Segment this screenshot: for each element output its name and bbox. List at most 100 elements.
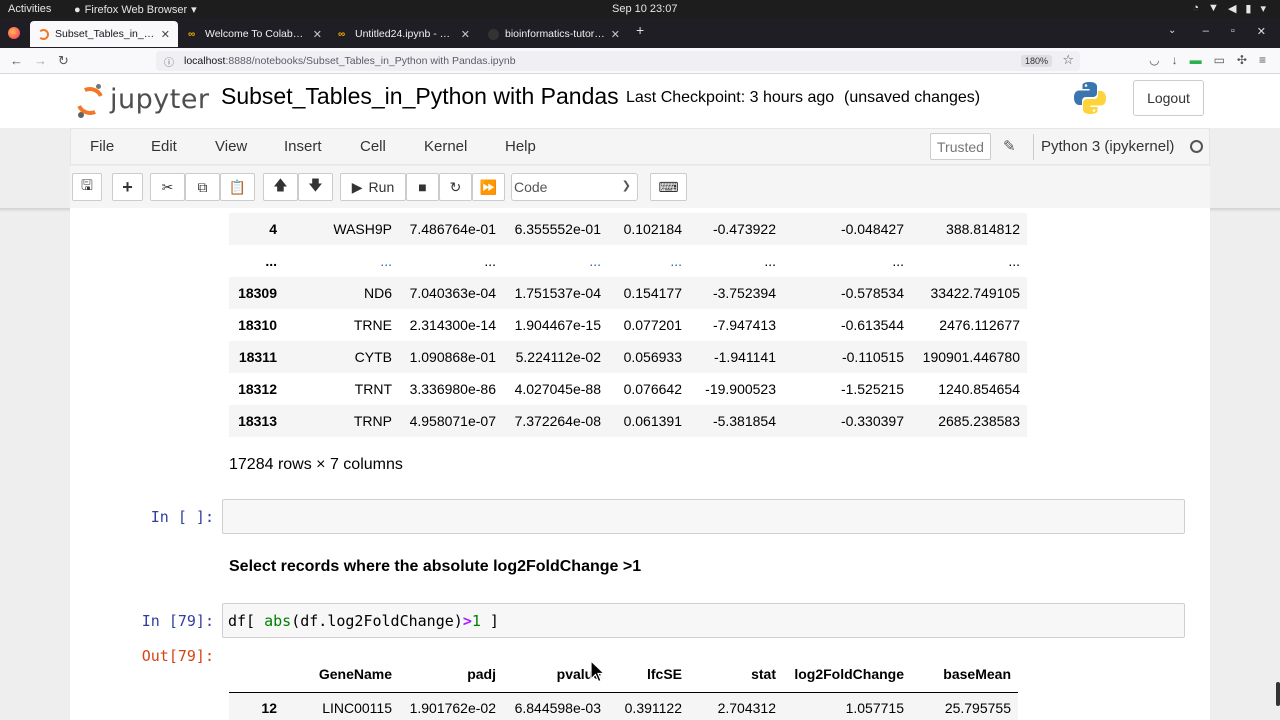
firefox-view-icon[interactable]	[8, 27, 20, 39]
cell-prompt: In [ ]:	[150, 508, 214, 526]
move-up-button[interactable]: 🡅	[263, 173, 298, 201]
tab-bioinformatics[interactable]: bioinformatics-tutorials/ ✕	[480, 21, 628, 47]
restart-button[interactable]: ↻	[439, 173, 472, 201]
extension-icon[interactable]: ▬	[1190, 53, 1202, 67]
window-controls: – ▫ ✕	[1203, 25, 1266, 38]
table-cell-gene: LINC00115	[284, 692, 399, 720]
forward-icon[interactable]: →	[34, 53, 47, 68]
notebook-menu-bar: File Edit View Insert Cell Kernel Help T…	[70, 128, 1210, 165]
keyboard-icon: ⌨	[658, 178, 679, 195]
save-button[interactable]: 🖫	[72, 173, 102, 201]
menu-file[interactable]: File	[90, 138, 114, 155]
move-down-button[interactable]: 🡇	[298, 173, 333, 201]
tab-label: Subset_Tables_in_Pytho	[55, 28, 155, 40]
paste-button[interactable]: 📋	[220, 173, 255, 201]
restart-run-all-button[interactable]: ⏩	[472, 173, 505, 201]
restore-icon[interactable]: ▫	[1231, 25, 1235, 38]
save-icon: 🖫	[81, 177, 93, 193]
cell-type-select[interactable]: Code ❯	[511, 173, 638, 201]
table-cell-baseMean: 2685.238583	[911, 405, 1027, 437]
cell-prompt: Out[79]:	[141, 647, 214, 665]
url-bar[interactable]: ⓘ localhost:8888/notebooks/Subset_Tables…	[156, 51, 1080, 71]
system-tray[interactable]: ◔ ▼ ◀ ▮ ▾	[1192, 2, 1266, 15]
close-icon[interactable]: ✕	[1257, 25, 1266, 38]
row-index: 18311	[229, 341, 284, 373]
menu-help[interactable]: Help	[505, 138, 536, 155]
pocket-icon[interactable]: ◡	[1149, 53, 1159, 67]
extensions-puzzle-icon[interactable]: ✣	[1237, 53, 1247, 67]
logout-button[interactable]: Logout	[1133, 80, 1204, 116]
table-cell-gene: TRNT	[354, 381, 392, 397]
table-cell-log2fc: ...	[892, 253, 904, 269]
notebook-toolbar: 🖫 + ✂ ⧉ 📋 🡅 🡇 ▶ Run ■ ↻ ⏩ Code ❯ ⌨	[70, 166, 1210, 208]
table-row: 4 WASH9P 7.486764e-01 6.355552e-01 0.102184-…	[229, 213, 1027, 245]
menu-edit[interactable]: Edit	[151, 138, 177, 155]
tab-untitled24[interactable]: ∞ Untitled24.ipynb - Colab ✕	[330, 21, 478, 47]
table-row: 18312 TRNT 3.336980e-86 4.027045e-88 0.07664…	[229, 373, 1027, 405]
downloads-icon[interactable]: ↓	[1172, 53, 1178, 67]
url-path: :8888/notebooks/Subset_Tables_in_Python …	[225, 55, 516, 67]
app-menu[interactable]: ● Firefox Web Browser ▾	[74, 3, 197, 17]
trusted-badge[interactable]: Trusted	[930, 133, 991, 160]
restart-icon: ↻	[449, 178, 462, 195]
github-icon	[488, 28, 499, 40]
code-cell[interactable]: df[ abs(df.log2FoldChange)>1 ]	[222, 603, 1185, 638]
clock[interactable]: Sep 10 23:07	[612, 3, 677, 15]
activities-button[interactable]: Activities	[8, 3, 51, 15]
python-logo-icon	[1074, 82, 1106, 114]
cut-button[interactable]: ✂	[150, 173, 185, 201]
back-icon[interactable]: ←	[10, 53, 23, 68]
tab-label: bioinformatics-tutorials/	[505, 28, 605, 40]
colab-icon: ∞	[338, 28, 346, 40]
table-cell-log2fc: -1.525215	[840, 381, 904, 397]
row-index: 18310	[238, 317, 277, 333]
zoom-level[interactable]: 180%	[1020, 55, 1052, 67]
command-palette-button[interactable]: ⌨	[650, 173, 687, 201]
bookmark-star-icon[interactable]: ☆	[1062, 52, 1074, 68]
kernel-name: Python 3 (ipykernel)	[1041, 138, 1175, 155]
reload-icon[interactable]: ↻	[58, 53, 69, 69]
screenshot-icon[interactable]: ▭	[1214, 53, 1225, 67]
menu-cell[interactable]: Cell	[360, 138, 386, 155]
page-info-icon[interactable]: ⓘ	[164, 54, 174, 69]
table-cell-baseMean: ...	[1008, 253, 1020, 269]
menu-icon[interactable]: ≡	[1259, 53, 1266, 67]
jupyter-logo[interactable]: jupyter	[72, 82, 209, 120]
copy-button[interactable]: ⧉	[185, 173, 220, 201]
run-button[interactable]: ▶ Run	[340, 173, 406, 201]
close-icon[interactable]: ✕	[611, 28, 620, 41]
pencil-icon[interactable]: ✎	[1003, 137, 1016, 155]
menu-view[interactable]: View	[215, 138, 247, 155]
tab-subset-tables[interactable]: Subset_Tables_in_Pytho ✕	[30, 21, 178, 47]
table-cell-stat: -7.947413	[712, 317, 776, 333]
interrupt-button[interactable]: ■	[406, 173, 439, 201]
arrow-up-icon: 🡅	[273, 177, 288, 193]
scrollbar-thumb[interactable]	[1276, 682, 1280, 706]
table-row: 18311 CYTB 1.090868e-01 5.224112e-02 0.05693…	[229, 341, 1027, 373]
menu-insert[interactable]: Insert	[284, 138, 322, 155]
stop-icon: ■	[418, 179, 427, 195]
empty-code-cell[interactable]	[222, 499, 1185, 534]
url-host: localhost	[184, 55, 226, 67]
table-cell-stat: -3.752394	[689, 277, 783, 309]
close-icon[interactable]: ✕	[461, 28, 470, 41]
table-cell-lfcSE: 0.077201	[623, 317, 682, 333]
column-header: padj	[399, 656, 503, 693]
checkpoint-status: Last Checkpoint: 3 hours ago	[626, 89, 835, 106]
notebook-area[interactable]: 4 WASH9P 7.486764e-01 6.355552e-01 0.102184-…	[0, 208, 1280, 720]
power-icon: ▾	[1260, 3, 1266, 15]
list-all-tabs-icon[interactable]: ⌄	[1168, 25, 1176, 36]
menu-kernel[interactable]: Kernel	[424, 138, 467, 155]
table-cell-padj: 1.901762e-02	[399, 692, 503, 720]
notebook-title[interactable]: Subset_Tables_in_Python with Pandas	[221, 83, 619, 110]
table-cell-padj: 7.040363e-04	[399, 277, 503, 309]
table-cell-stat: -19.900523	[705, 381, 776, 397]
autosave-status: (unsaved changes)	[844, 89, 981, 106]
insert-cell-button[interactable]: +	[112, 173, 143, 201]
close-icon[interactable]: ✕	[313, 28, 322, 41]
close-icon[interactable]: ✕	[161, 28, 170, 41]
table-cell-log2fc: -0.578534	[783, 277, 911, 309]
tab-colab-welcome[interactable]: ∞ Welcome To Colaborato ✕	[180, 21, 330, 47]
minimize-icon[interactable]: –	[1203, 25, 1209, 38]
new-tab-button[interactable]: +	[636, 22, 644, 38]
